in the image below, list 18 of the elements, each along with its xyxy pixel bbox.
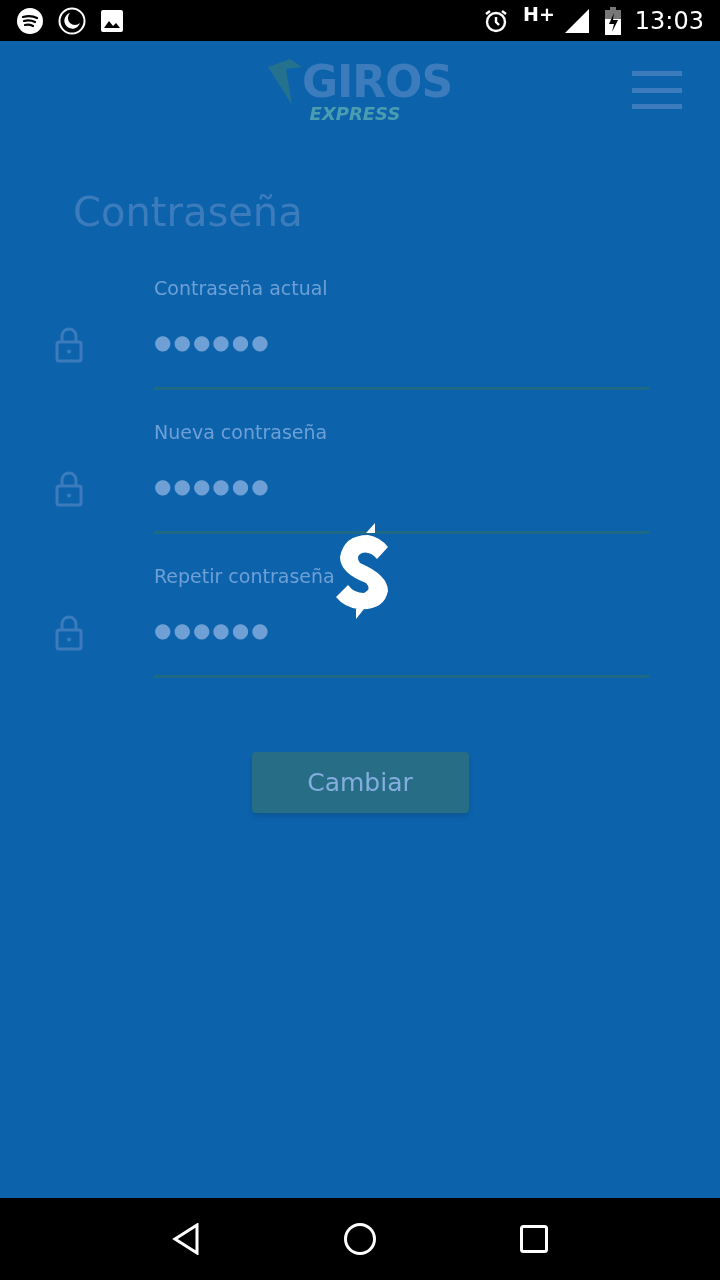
password-field[interactable]: Contraseña actual ●●●●●● <box>154 270 649 390</box>
clock: 13:03 <box>634 5 704 37</box>
network-type: H+ <box>523 2 555 28</box>
lock-icon <box>55 615 83 651</box>
moon-icon <box>58 6 86 35</box>
battery-icon <box>604 6 621 35</box>
back-icon[interactable] <box>171 1223 200 1255</box>
home-icon[interactable] <box>343 1222 377 1256</box>
logo-wing-icon <box>268 59 302 105</box>
image-icon <box>100 8 124 33</box>
alarm-icon <box>483 7 509 34</box>
recents-icon[interactable] <box>520 1225 549 1253</box>
logo-subtitle: EXPRESS <box>309 105 401 123</box>
lock-icon <box>55 471 83 507</box>
signal-icon <box>564 8 589 33</box>
password-field[interactable]: Nueva contraseña ●●●●●● <box>154 414 649 534</box>
spotify-icon <box>16 6 44 35</box>
lock-icon <box>55 327 83 363</box>
